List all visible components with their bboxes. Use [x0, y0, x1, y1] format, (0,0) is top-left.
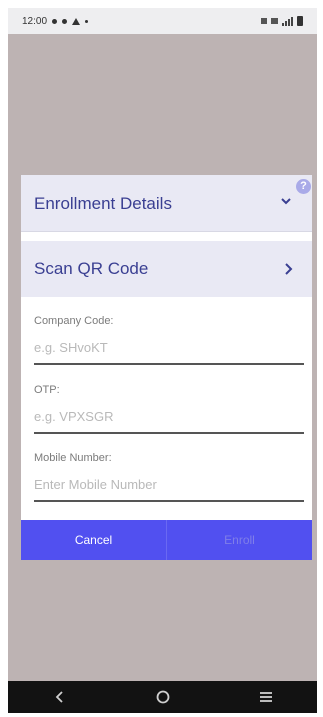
location-status-icon [62, 18, 68, 24]
home-icon[interactable] [152, 686, 174, 708]
chevron-right-icon [285, 263, 293, 275]
otp-label: OTP: [34, 384, 60, 396]
company-code-field: Company Code: [34, 315, 304, 379]
status-bar: 12:00 [8, 8, 317, 34]
help-icon[interactable]: ? [296, 179, 311, 194]
status-left: 12:00 [22, 15, 89, 27]
action-bar: Cancel Enroll [21, 520, 312, 560]
company-code-input[interactable] [34, 335, 304, 359]
status-right [261, 16, 303, 26]
menu-icon[interactable] [255, 686, 277, 708]
chevron-down-icon[interactable] [276, 191, 296, 211]
mobile-number-underline [34, 500, 304, 502]
mobile-number-input[interactable] [34, 472, 304, 496]
vibrate-status-icon [261, 18, 267, 24]
otp-input[interactable] [34, 404, 304, 428]
back-icon[interactable] [49, 686, 71, 708]
mobile-number-label: Mobile Number: [34, 452, 112, 464]
enroll-button[interactable]: Enroll [166, 520, 312, 560]
navigation-bar [8, 681, 317, 713]
otp-underline [34, 432, 304, 434]
scan-qr-code-title: Scan QR Code [34, 259, 149, 278]
enrollment-card: Enrollment Details ? Scan QR Code Compan… [21, 175, 312, 560]
settings-status-icon [52, 18, 58, 24]
notification-dot-icon [85, 19, 89, 23]
phone-screen: 12:00 Enrollment Details ? Scan QR Code [8, 8, 317, 713]
battery-icon [297, 16, 303, 26]
signal-icon [282, 16, 293, 26]
enrollment-details-title: Enrollment Details [34, 194, 172, 213]
company-code-label: Company Code: [34, 315, 114, 327]
wifi-status-icon [271, 18, 278, 24]
cancel-button[interactable]: Cancel [21, 520, 166, 560]
mobile-number-field: Mobile Number: [34, 452, 304, 516]
company-code-underline [34, 363, 304, 365]
alert-status-icon [72, 17, 81, 25]
scan-qr-code-row[interactable]: Scan QR Code [21, 241, 312, 297]
status-time: 12:00 [22, 15, 48, 27]
otp-field: OTP: [34, 384, 304, 448]
enrollment-details-header[interactable]: Enrollment Details ? [21, 175, 312, 232]
